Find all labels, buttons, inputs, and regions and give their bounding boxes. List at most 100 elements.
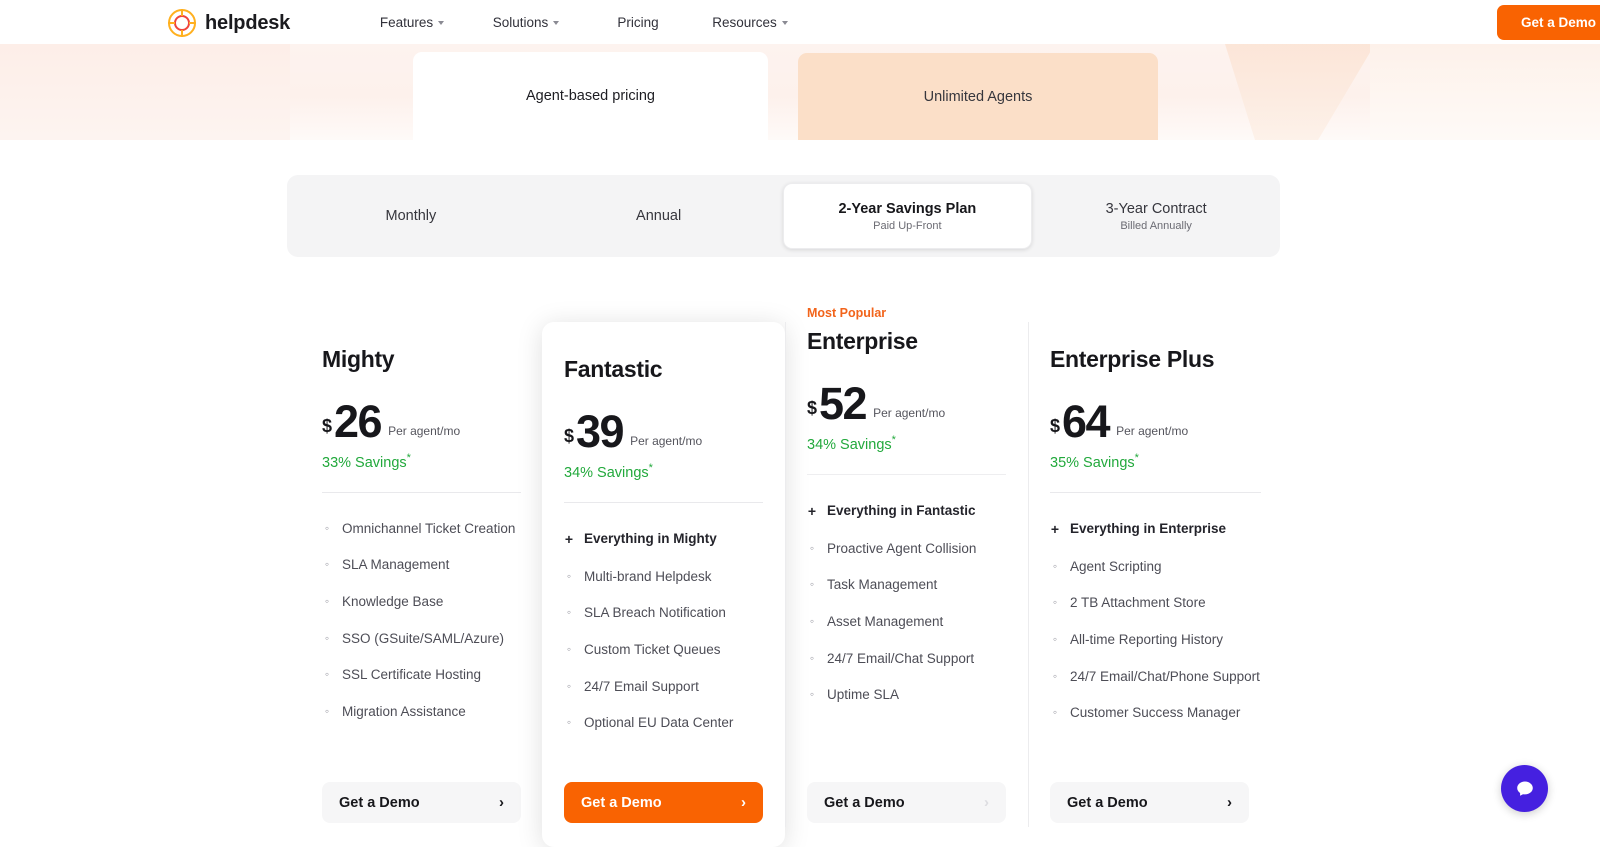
bullet-circle-icon: ◦ [564,640,574,660]
period-option-2-year-savings-plan-label: 2-Year Savings Plan [838,201,976,217]
plan-savings-asterisk: * [407,452,411,464]
feature-item: ◦24/7 Email/Chat Support [807,649,1006,669]
plan-name: Fantastic [564,356,763,383]
bullet-circle-icon: ◦ [807,649,817,669]
chevron-right-icon: › [1227,794,1232,811]
card-left-divider [1028,322,1029,827]
nav-item-pricing[interactable]: Pricing [617,15,658,30]
bullet-circle-icon: ◦ [564,567,574,587]
period-option-2-year-savings-plan[interactable]: 2-Year Savings Plan Paid Up-Front [783,183,1033,249]
bullet-circle-icon: ◦ [1050,630,1060,650]
header-get-a-demo-button[interactable]: Get a Demo [1497,5,1600,40]
period-option-3-year-contract-label: 3-Year Contract [1106,201,1207,217]
plan-savings-text: 33% Savings [322,455,407,471]
plan-name: Enterprise [807,328,1006,355]
nav-item-features[interactable]: Features [380,15,444,30]
top-navigation-bar: helpdesk Features Solutions Pricing [0,0,1600,44]
get-a-demo-label: Get a Demo [339,795,420,811]
plan-badge [322,306,521,324]
feature-label: All-time Reporting History [1070,630,1223,650]
pricing-card-fantastic: Fantastic $ 39 Per agent/mo 34% Savings*… [542,322,785,847]
bullet-circle-icon: ◦ [1050,593,1060,613]
nav-links: Features Solutions Pricing Resources [355,0,807,44]
feature-item: ◦ Knowledge Base [322,592,521,612]
feature-label: SSO (GSuite/SAML/Azure) [342,629,504,649]
feature-label: Proactive Agent Collision [827,539,976,559]
includes-label: Everything in Enterprise [1070,519,1226,540]
feature-list: +Everything in Fantastic ◦Proactive Agen… [807,501,1006,705]
nav-item-resources[interactable]: Resources [712,15,788,30]
price-period-label: Per agent/mo [388,424,460,438]
feature-label: Uptime SLA [827,685,899,705]
pricing-card-enterprise: Most Popular Enterprise $ 52 Per agent/m… [785,306,1028,847]
get-a-demo-button-fantastic[interactable]: Get a Demo › [564,782,763,823]
bullet-circle-icon: ◦ [322,555,332,575]
feature-item: ◦Omnichannel Ticket Creation [322,519,521,539]
bullet-circle-icon: ◦ [322,702,332,722]
get-a-demo-button-enterprise[interactable]: Get a Demo › [807,782,1006,823]
feature-label: Omnichannel Ticket Creation [342,519,515,539]
feature-item: ◦24/7 Email/Chat/Phone Support [1050,667,1261,687]
plan-savings: 35% Savings* [1050,452,1261,471]
bullet-circle-icon: ◦ [807,612,817,632]
plan-savings: 33% Savings* [322,452,521,471]
tab-agent-based-pricing[interactable]: Agent-based pricing [413,52,768,140]
bullet-circle-icon: ◦ [1050,703,1060,723]
pricing-page: Agent-based pricing Unlimited Agents hel… [0,0,1600,847]
plan-savings: 34% Savings* [807,434,1006,453]
plus-icon: + [564,529,574,550]
chat-widget-button[interactable] [1501,765,1548,812]
includes-label: Everything in Fantastic [827,501,976,522]
plus-icon: + [807,501,817,522]
price-period-label: Per agent/mo [630,434,702,448]
feature-item: ◦Custom Ticket Queues [564,640,763,660]
feature-label: Asset Management [827,612,943,632]
get-a-demo-label: Get a Demo [1067,795,1148,811]
period-option-monthly[interactable]: Monthly [287,175,535,257]
card-divider [807,474,1006,475]
plan-savings-asterisk: * [892,434,896,446]
bullet-circle-icon: ◦ [564,603,574,623]
plan-savings-text: 34% Savings [564,465,649,481]
nav-item-resources-label: Resources [712,15,777,30]
get-a-demo-button-enterprise-plus[interactable]: Get a Demo › [1050,782,1249,823]
chevron-right-icon: › [499,794,504,811]
brand-logo[interactable]: helpdesk [168,9,290,37]
tab-unlimited-agents-label: Unlimited Agents [924,89,1033,105]
pricing-card-enterprise-plus: Enterprise Plus $ 64 Per agent/mo 35% Sa… [1028,306,1283,847]
plan-name: Enterprise Plus [1050,346,1261,373]
feature-item-includes: +Everything in Enterprise [1050,519,1261,540]
feature-label: 2 TB Attachment Store [1070,593,1206,613]
feature-label: SSL Certificate Hosting [342,665,481,685]
period-option-annual[interactable]: Annual [535,175,783,257]
feature-label: Migration Assistance [342,702,466,722]
feature-label: Task Management [827,575,937,595]
feature-item: ◦ Asset Management [807,612,1006,632]
period-option-3-year-contract[interactable]: 3-Year Contract Billed Annually [1032,175,1280,257]
price-amount: 64 [1062,399,1109,444]
brand-name: helpdesk [205,12,290,35]
feature-label: Optional EU Data Center [584,713,733,733]
feature-item: ◦Proactive Agent Collision [807,539,1006,559]
feature-item: ◦Multi-brand Helpdesk [564,567,763,587]
price-currency: $ [322,416,332,437]
feature-item: ◦24/7 Email Support [564,677,763,697]
feature-label: Customer Success Manager [1070,703,1240,723]
nav-item-solutions[interactable]: Solutions [493,15,560,30]
plan-savings-text: 35% Savings [1050,455,1135,471]
pricing-card-mighty: Mighty $ 26 Per agent/mo 33% Savings* ◦O… [300,306,543,847]
feature-label: Knowledge Base [342,592,443,612]
bullet-circle-icon: ◦ [807,685,817,705]
feature-item: ◦SLA Management [322,555,521,575]
feature-item: ◦ Migration Assistance [322,702,521,722]
get-a-demo-button-mighty[interactable]: Get a Demo › [322,782,521,823]
feature-list: +Everything in Mighty ◦Multi-brand Helpd… [564,529,763,733]
bullet-circle-icon: ◦ [322,592,332,612]
bullet-circle-icon: ◦ [1050,667,1060,687]
tab-unlimited-agents[interactable]: Unlimited Agents [798,53,1158,140]
feature-label: SLA Breach Notification [584,603,726,623]
period-option-monthly-label: Monthly [385,208,436,224]
chevron-right-icon: › [984,794,989,811]
feature-item: ◦Task Management [807,575,1006,595]
bullet-circle-icon: ◦ [322,629,332,649]
